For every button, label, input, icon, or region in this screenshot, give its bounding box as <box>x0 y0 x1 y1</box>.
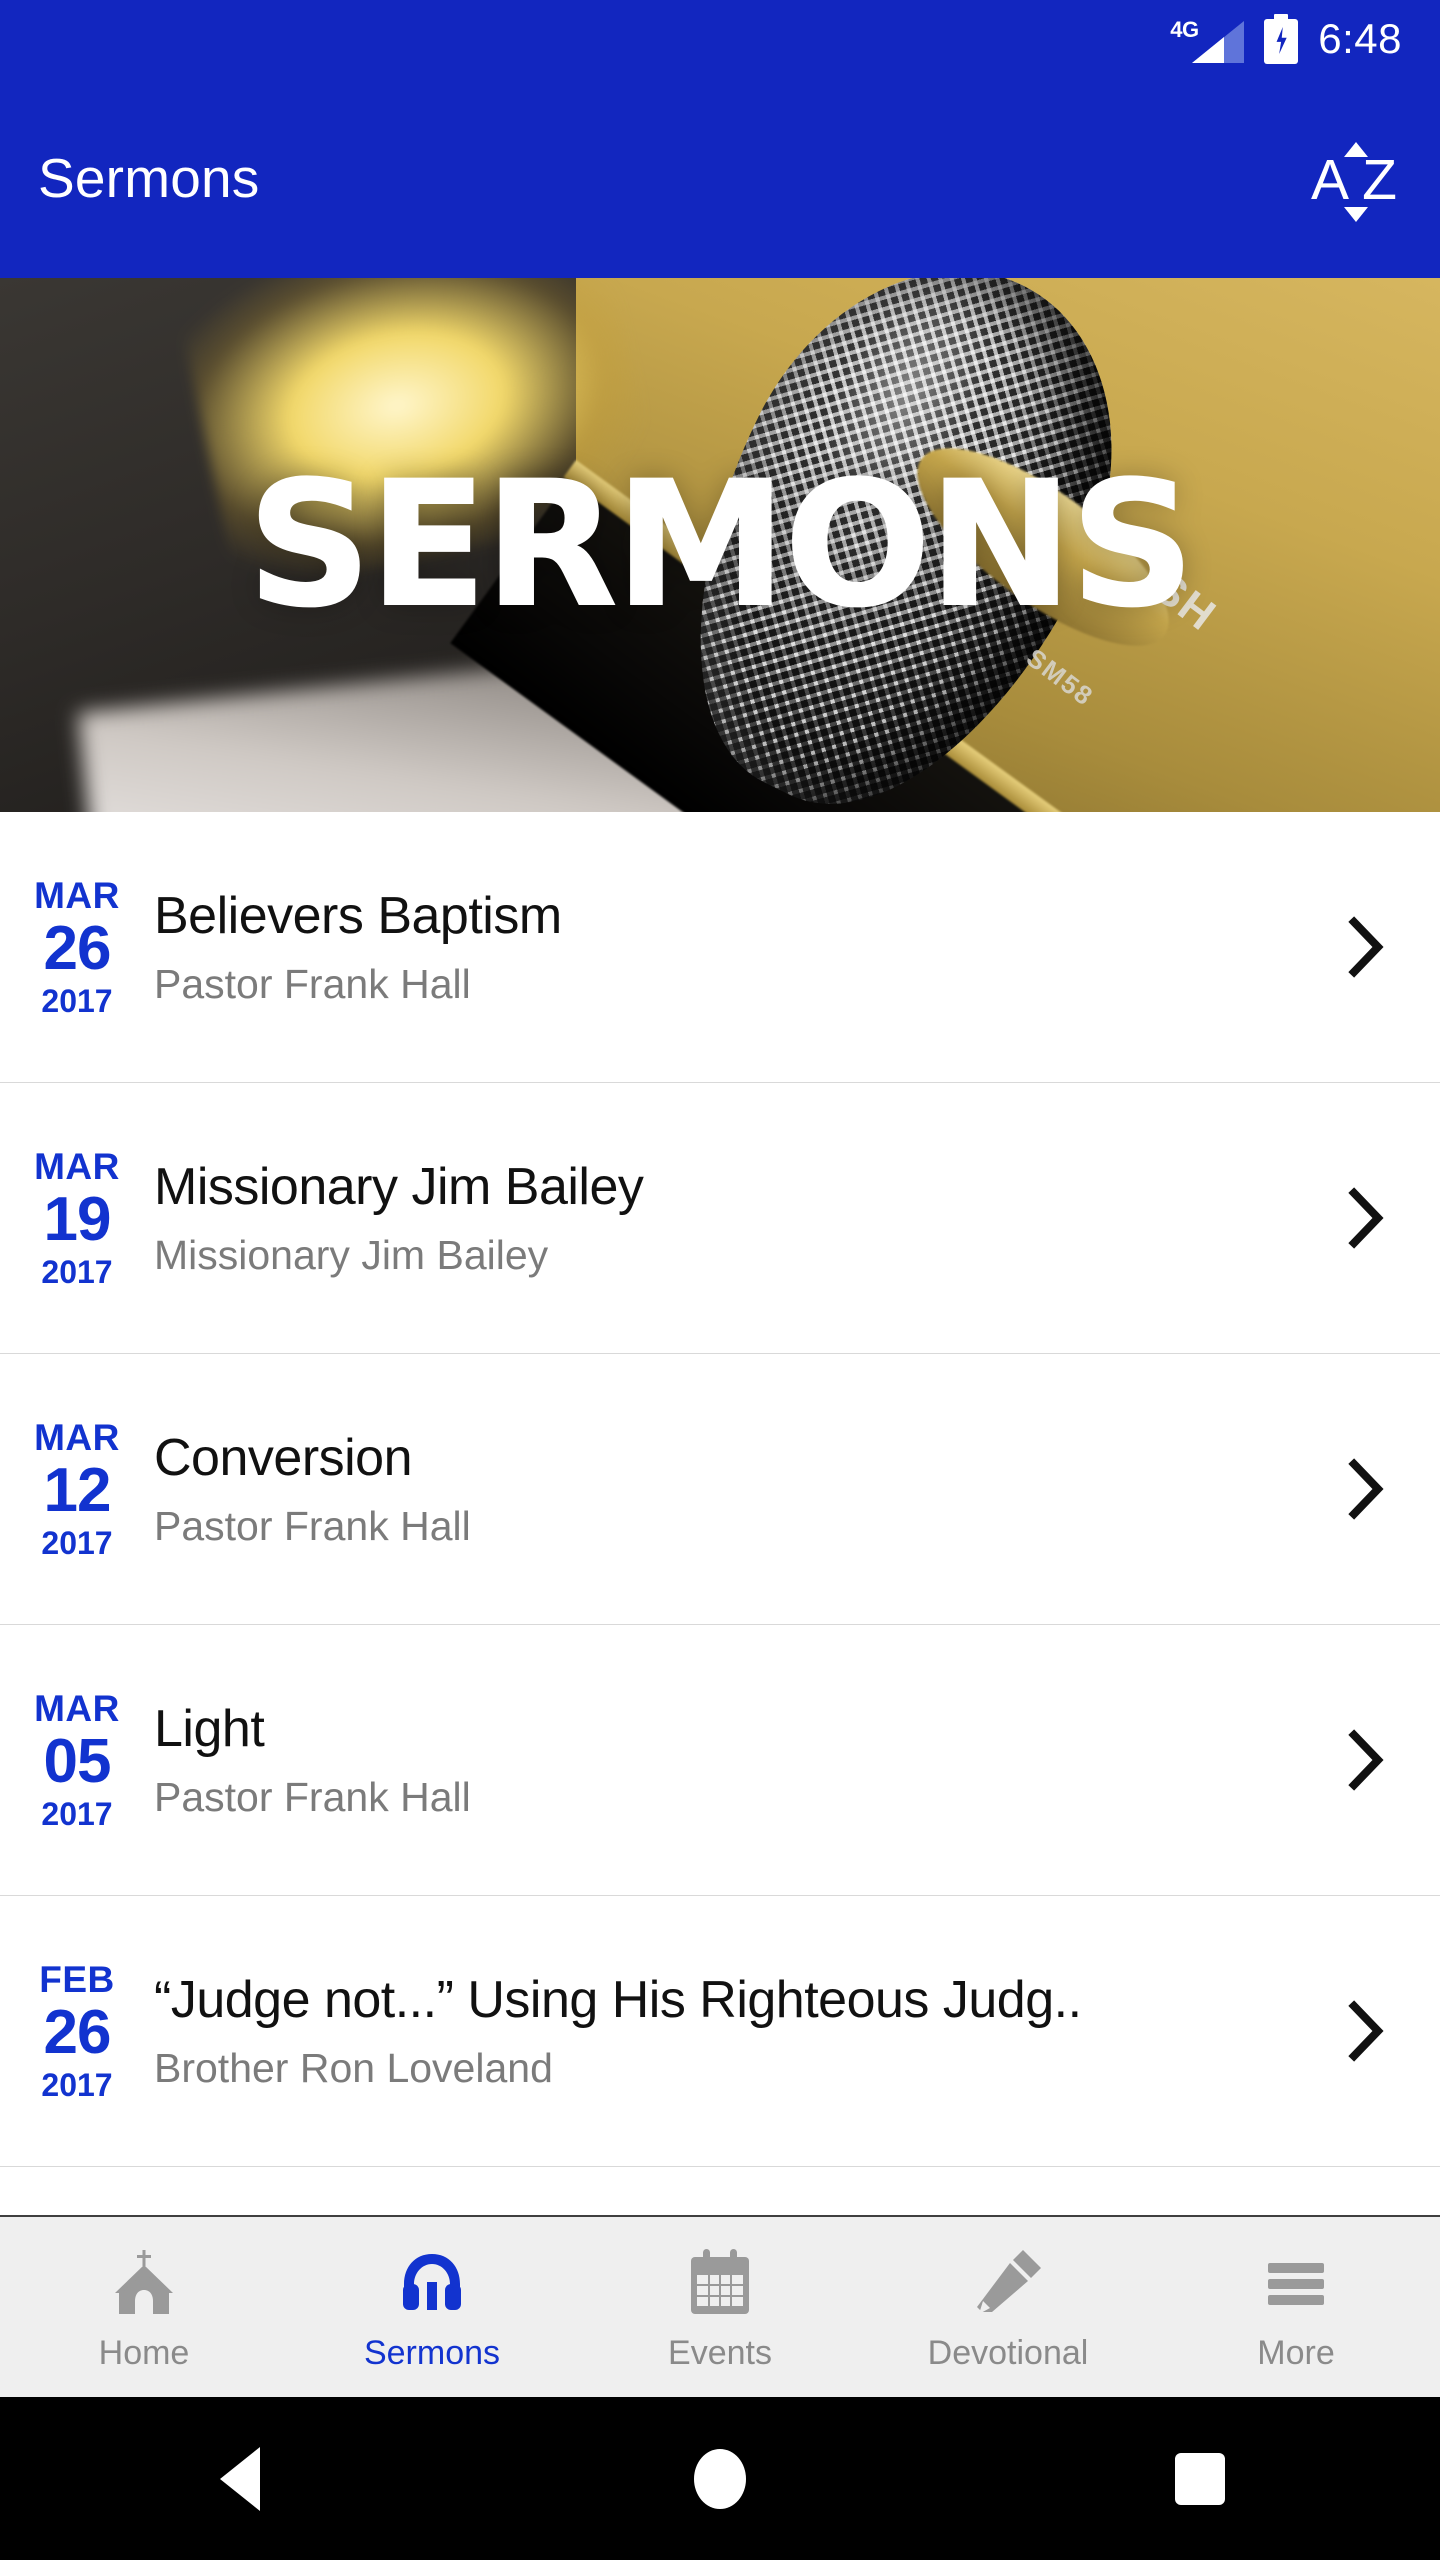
network-status: 4G <box>1170 15 1245 63</box>
sermon-list-item[interactable]: MAR 26 2017 Believers Baptism Pastor Frank H… <box>0 812 1440 1082</box>
sermon-date-day: 26 <box>43 1998 112 2067</box>
sermon-text: Believers Baptism Pastor Frank Hall <box>150 887 1332 1006</box>
chevron-right-icon[interactable] <box>1332 916 1402 978</box>
page-title: Sermons <box>38 147 260 209</box>
sermon-date: MAR 26 2017 <box>0 877 150 1017</box>
status-bar-clock: 6:48 <box>1318 15 1402 62</box>
sermon-date-month: MAR <box>34 1688 120 1729</box>
bottom-tab-bar: Home Sermons Events Devotional More <box>0 2215 1440 2397</box>
sermon-title: Believers Baptism <box>154 887 562 946</box>
tab-sermons[interactable]: Sermons <box>288 2217 576 2397</box>
sermon-date: FEB 26 2017 <box>0 1961 150 2101</box>
sermon-text: “Judge not...” Using His Righteous Judg.… <box>150 1971 1332 2090</box>
sermon-date-day: 12 <box>43 1456 112 1525</box>
sermon-text: Missionary Jim Bailey Missionary Jim Bail… <box>150 1158 1332 1277</box>
sermon-date-year: 2017 <box>41 983 113 1019</box>
sermon-text: Light Pastor Frank Hall <box>150 1700 1332 1819</box>
list-divider <box>0 2166 1440 2167</box>
status-bar: 4G 6:48 <box>0 0 1440 78</box>
sermon-date: MAR 05 2017 <box>0 1690 150 1830</box>
tab-devotional[interactable]: Devotional <box>864 2217 1152 2397</box>
sermon-speaker: Missionary Jim Bailey <box>154 1231 549 1278</box>
sort-alpha-button[interactable]: A Z <box>1306 130 1402 226</box>
sermon-list-item[interactable]: MAR 05 2017 Light Pastor Frank Hall <box>0 1625 1440 1895</box>
hamburger-icon <box>1257 2244 1335 2322</box>
sermon-date-month: MAR <box>34 1146 120 1187</box>
back-triangle-icon[interactable] <box>160 2429 320 2529</box>
app-screen: 4G 6:48 Sermons A Z SH SM58 SERMONS MAR … <box>0 0 1440 2560</box>
sermon-date: MAR 12 2017 <box>0 1419 150 1559</box>
battery-charging-icon <box>1264 14 1299 64</box>
sermon-date-year: 2017 <box>41 2067 113 2103</box>
signal-bars-icon <box>1192 17 1245 63</box>
chevron-right-icon[interactable] <box>1332 2000 1402 2062</box>
sermon-date-day: 26 <box>43 914 112 983</box>
sermon-list[interactable]: MAR 26 2017 Believers Baptism Pastor Frank H… <box>0 812 1440 2215</box>
church-icon <box>105 2244 183 2322</box>
chevron-right-icon[interactable] <box>1332 1729 1402 1791</box>
calendar-icon <box>681 2244 759 2322</box>
android-navigation-bar <box>0 2397 1440 2560</box>
sermon-date-month: MAR <box>34 875 120 916</box>
sermon-speaker: Pastor Frank Hall <box>154 1502 471 1549</box>
sermon-list-item[interactable]: MAR 12 2017 Conversion Pastor Frank Hall <box>0 1354 1440 1624</box>
sermon-date: MAR 19 2017 <box>0 1148 150 1288</box>
sermon-date-year: 2017 <box>41 1254 113 1290</box>
tab-label-sermons: Sermons <box>363 2334 501 2372</box>
tab-events[interactable]: Events <box>576 2217 864 2397</box>
tab-label-events: Events <box>668 2334 772 2372</box>
sermon-title: Light <box>154 1700 265 1759</box>
sort-letter-a: A <box>1311 148 1350 212</box>
chevron-right-icon[interactable] <box>1332 1187 1402 1249</box>
app-bar: Sermons A Z <box>0 78 1440 278</box>
tab-label-devotional: Devotional <box>927 2334 1089 2372</box>
tab-home[interactable]: Home <box>0 2217 288 2397</box>
sermon-title: Missionary Jim Bailey <box>154 1158 644 1217</box>
sermon-date-month: MAR <box>34 1417 120 1458</box>
sermon-date-day: 19 <box>43 1185 112 1254</box>
tab-label-home: Home <box>98 2334 190 2372</box>
sermon-list-item[interactable]: MAR 19 2017 Missionary Jim Bailey Missionary… <box>0 1083 1440 1353</box>
sermon-date-month: FEB <box>39 1959 115 2000</box>
tab-label-more: More <box>1257 2334 1335 2372</box>
tab-more[interactable]: More <box>1152 2217 1440 2397</box>
sermon-title: Conversion <box>154 1429 413 1488</box>
sermon-date-day: 05 <box>43 1727 112 1796</box>
sermon-date-year: 2017 <box>41 1796 113 1832</box>
sermon-date-year: 2017 <box>41 1525 113 1561</box>
chevron-right-icon[interactable] <box>1332 1458 1402 1520</box>
hero-banner[interactable]: SH SM58 SERMONS <box>0 278 1440 812</box>
sort-alpha-icon: A Z <box>1311 138 1397 222</box>
sermon-speaker: Brother Ron Loveland <box>154 2044 553 2091</box>
recents-square-icon[interactable] <box>1120 2429 1280 2529</box>
sort-letter-z: Z <box>1362 148 1397 212</box>
hero-overlay-title: SERMONS <box>246 444 1195 645</box>
home-circle-icon[interactable] <box>640 2429 800 2529</box>
sermon-text: Conversion Pastor Frank Hall <box>150 1429 1332 1548</box>
pencil-icon <box>969 2244 1047 2322</box>
sermon-title: “Judge not...” Using His Righteous Judg.… <box>154 1971 1082 2030</box>
sermon-speaker: Pastor Frank Hall <box>154 960 471 1007</box>
headphones-icon <box>393 2244 471 2322</box>
sermon-list-item[interactable]: FEB 26 2017 “Judge not...” Using His Righte… <box>0 1896 1440 2166</box>
sermon-speaker: Pastor Frank Hall <box>154 1773 471 1820</box>
